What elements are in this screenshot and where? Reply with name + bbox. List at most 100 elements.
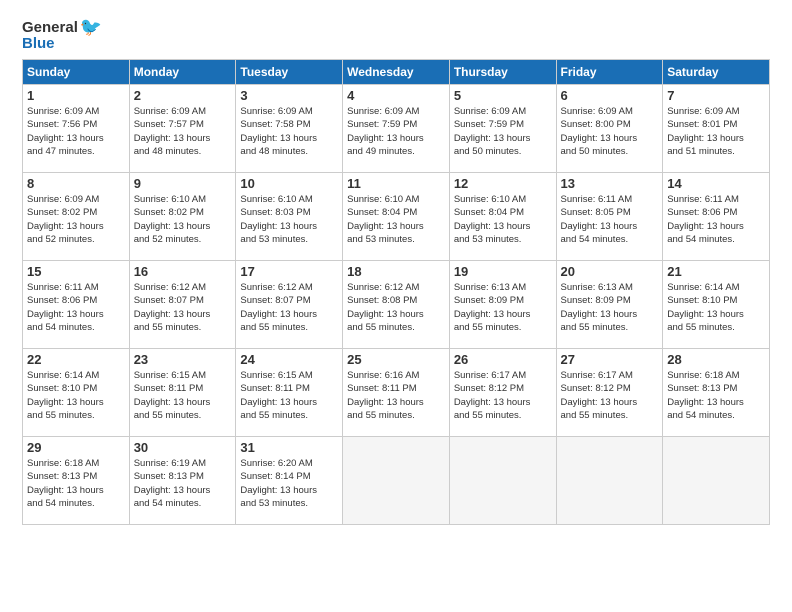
logo-text-blue: Blue xyxy=(22,36,55,51)
day-header-tuesday: Tuesday xyxy=(236,60,343,85)
day-number: 18 xyxy=(347,264,445,279)
day-info: Sunrise: 6:13 AMSunset: 8:09 PMDaylight:… xyxy=(561,281,659,334)
calendar-cell: 18 Sunrise: 6:12 AMSunset: 8:08 PMDayligh… xyxy=(343,261,450,349)
day-info: Sunrise: 6:10 AMSunset: 8:02 PMDaylight:… xyxy=(134,193,232,246)
day-number: 21 xyxy=(667,264,765,279)
calendar-cell xyxy=(663,437,770,525)
calendar-cell: 13Sunrise: 6:11 AMSunset: 8:05 PMDayligh… xyxy=(556,173,663,261)
logo-text-general: General xyxy=(22,19,78,36)
calendar-cell: 15 Sunrise: 6:11 AMSunset: 8:06 PMDayligh… xyxy=(23,261,130,349)
calendar-cell: 27 Sunrise: 6:17 AMSunset: 8:12 PMDayligh… xyxy=(556,349,663,437)
calendar-cell: 10 Sunrise: 6:10 AMSunset: 8:03 PMDayligh… xyxy=(236,173,343,261)
day-info: Sunrise: 6:09 AMSunset: 7:58 PMDaylight:… xyxy=(240,105,338,158)
calendar-cell: 11Sunrise: 6:10 AMSunset: 8:04 PMDayligh… xyxy=(343,173,450,261)
day-number: 30 xyxy=(134,440,232,455)
day-number: 2 xyxy=(134,88,232,103)
day-number: 8 xyxy=(27,176,125,191)
day-number: 14 xyxy=(667,176,765,191)
day-info: Sunrise: 6:12 AMSunset: 8:07 PMDaylight:… xyxy=(240,281,338,334)
day-number: 23 xyxy=(134,352,232,367)
day-number: 26 xyxy=(454,352,552,367)
day-number: 16 xyxy=(134,264,232,279)
day-number: 12 xyxy=(454,176,552,191)
calendar-cell: 12 Sunrise: 6:10 AMSunset: 8:04 PMDayligh… xyxy=(449,173,556,261)
day-number: 11 xyxy=(347,176,445,191)
day-number: 31 xyxy=(240,440,338,455)
day-number: 28 xyxy=(667,352,765,367)
day-info: Sunrise: 6:11 AMSunset: 8:05 PMDaylight:… xyxy=(561,193,659,246)
day-info: Sunrise: 6:20 AMSunset: 8:14 PMDaylight:… xyxy=(240,457,338,510)
day-number: 19 xyxy=(454,264,552,279)
day-number: 20 xyxy=(561,264,659,279)
calendar-cell xyxy=(343,437,450,525)
calendar-cell: 16 Sunrise: 6:12 AMSunset: 8:07 PMDayligh… xyxy=(129,261,236,349)
day-info: Sunrise: 6:19 AMSunset: 8:13 PMDaylight:… xyxy=(134,457,232,510)
day-info: Sunrise: 6:09 AMSunset: 7:59 PMDaylight:… xyxy=(347,105,445,158)
day-info: Sunrise: 6:11 AMSunset: 8:06 PMDaylight:… xyxy=(27,281,125,334)
calendar-cell: 6 Sunrise: 6:09 AMSunset: 8:00 PMDaylight… xyxy=(556,85,663,173)
day-info: Sunrise: 6:18 AMSunset: 8:13 PMDaylight:… xyxy=(667,369,765,422)
header: General 🐦 Blue xyxy=(22,18,770,51)
calendar-cell: 28 Sunrise: 6:18 AMSunset: 8:13 PMDayligh… xyxy=(663,349,770,437)
day-info: Sunrise: 6:12 AMSunset: 8:08 PMDaylight:… xyxy=(347,281,445,334)
day-info: Sunrise: 6:18 AMSunset: 8:13 PMDaylight:… xyxy=(27,457,125,510)
calendar-cell xyxy=(556,437,663,525)
day-header-monday: Monday xyxy=(129,60,236,85)
calendar-cell: 3 Sunrise: 6:09 AMSunset: 7:58 PMDaylight… xyxy=(236,85,343,173)
calendar-cell: 2 Sunrise: 6:09 AMSunset: 7:57 PMDaylight… xyxy=(129,85,236,173)
day-number: 29 xyxy=(27,440,125,455)
day-number: 4 xyxy=(347,88,445,103)
calendar-cell: 20 Sunrise: 6:13 AMSunset: 8:09 PMDayligh… xyxy=(556,261,663,349)
calendar-cell: 1 Sunrise: 6:09 AMSunset: 7:56 PMDaylight… xyxy=(23,85,130,173)
day-header-wednesday: Wednesday xyxy=(343,60,450,85)
day-info: Sunrise: 6:17 AMSunset: 8:12 PMDaylight:… xyxy=(454,369,552,422)
calendar-cell: 7Sunrise: 6:09 AMSunset: 8:01 PMDaylight… xyxy=(663,85,770,173)
calendar-cell: 31 Sunrise: 6:20 AMSunset: 8:14 PMDayligh… xyxy=(236,437,343,525)
day-number: 27 xyxy=(561,352,659,367)
day-info: Sunrise: 6:11 AMSunset: 8:06 PMDaylight:… xyxy=(667,193,765,246)
calendar-cell: 5Sunrise: 6:09 AMSunset: 7:59 PMDaylight… xyxy=(449,85,556,173)
calendar-cell: 26 Sunrise: 6:17 AMSunset: 8:12 PMDayligh… xyxy=(449,349,556,437)
calendar-cell: 4 Sunrise: 6:09 AMSunset: 7:59 PMDaylight… xyxy=(343,85,450,173)
day-info: Sunrise: 6:09 AMSunset: 8:02 PMDaylight:… xyxy=(27,193,125,246)
day-info: Sunrise: 6:09 AMSunset: 8:00 PMDaylight:… xyxy=(561,105,659,158)
day-number: 7 xyxy=(667,88,765,103)
day-info: Sunrise: 6:14 AMSunset: 8:10 PMDaylight:… xyxy=(27,369,125,422)
day-header-saturday: Saturday xyxy=(663,60,770,85)
day-info: Sunrise: 6:09 AMSunset: 7:59 PMDaylight:… xyxy=(454,105,552,158)
calendar-cell: 17 Sunrise: 6:12 AMSunset: 8:07 PMDayligh… xyxy=(236,261,343,349)
day-number: 22 xyxy=(27,352,125,367)
day-info: Sunrise: 6:17 AMSunset: 8:12 PMDaylight:… xyxy=(561,369,659,422)
day-info: Sunrise: 6:14 AMSunset: 8:10 PMDaylight:… xyxy=(667,281,765,334)
day-number: 1 xyxy=(27,88,125,103)
day-info: Sunrise: 6:15 AMSunset: 8:11 PMDaylight:… xyxy=(134,369,232,422)
day-info: Sunrise: 6:15 AMSunset: 8:11 PMDaylight:… xyxy=(240,369,338,422)
day-number: 25 xyxy=(347,352,445,367)
calendar-cell: 25 Sunrise: 6:16 AMSunset: 8:11 PMDayligh… xyxy=(343,349,450,437)
day-header-thursday: Thursday xyxy=(449,60,556,85)
day-number: 9 xyxy=(134,176,232,191)
calendar-cell: 24 Sunrise: 6:15 AMSunset: 8:11 PMDayligh… xyxy=(236,349,343,437)
day-info: Sunrise: 6:13 AMSunset: 8:09 PMDaylight:… xyxy=(454,281,552,334)
calendar-cell: 22 Sunrise: 6:14 AMSunset: 8:10 PMDayligh… xyxy=(23,349,130,437)
day-info: Sunrise: 6:16 AMSunset: 8:11 PMDaylight:… xyxy=(347,369,445,422)
day-number: 6 xyxy=(561,88,659,103)
day-number: 24 xyxy=(240,352,338,367)
calendar-cell: 9 Sunrise: 6:10 AMSunset: 8:02 PMDaylight… xyxy=(129,173,236,261)
day-info: Sunrise: 6:12 AMSunset: 8:07 PMDaylight:… xyxy=(134,281,232,334)
day-info: Sunrise: 6:09 AMSunset: 7:56 PMDaylight:… xyxy=(27,105,125,158)
day-number: 3 xyxy=(240,88,338,103)
calendar-cell: 14 Sunrise: 6:11 AMSunset: 8:06 PMDayligh… xyxy=(663,173,770,261)
day-header-sunday: Sunday xyxy=(23,60,130,85)
day-info: Sunrise: 6:09 AMSunset: 7:57 PMDaylight:… xyxy=(134,105,232,158)
calendar: SundayMondayTuesdayWednesdayThursdayFrid… xyxy=(22,59,770,525)
page: General 🐦 Blue SundayMondayTuesdayWednes… xyxy=(0,0,792,612)
day-number: 15 xyxy=(27,264,125,279)
calendar-cell: 21 Sunrise: 6:14 AMSunset: 8:10 PMDayligh… xyxy=(663,261,770,349)
calendar-cell: 30 Sunrise: 6:19 AMSunset: 8:13 PMDayligh… xyxy=(129,437,236,525)
day-number: 17 xyxy=(240,264,338,279)
day-number: 10 xyxy=(240,176,338,191)
day-info: Sunrise: 6:10 AMSunset: 8:04 PMDaylight:… xyxy=(454,193,552,246)
calendar-cell: 23 Sunrise: 6:15 AMSunset: 8:11 PMDayligh… xyxy=(129,349,236,437)
day-info: Sunrise: 6:10 AMSunset: 8:03 PMDaylight:… xyxy=(240,193,338,246)
